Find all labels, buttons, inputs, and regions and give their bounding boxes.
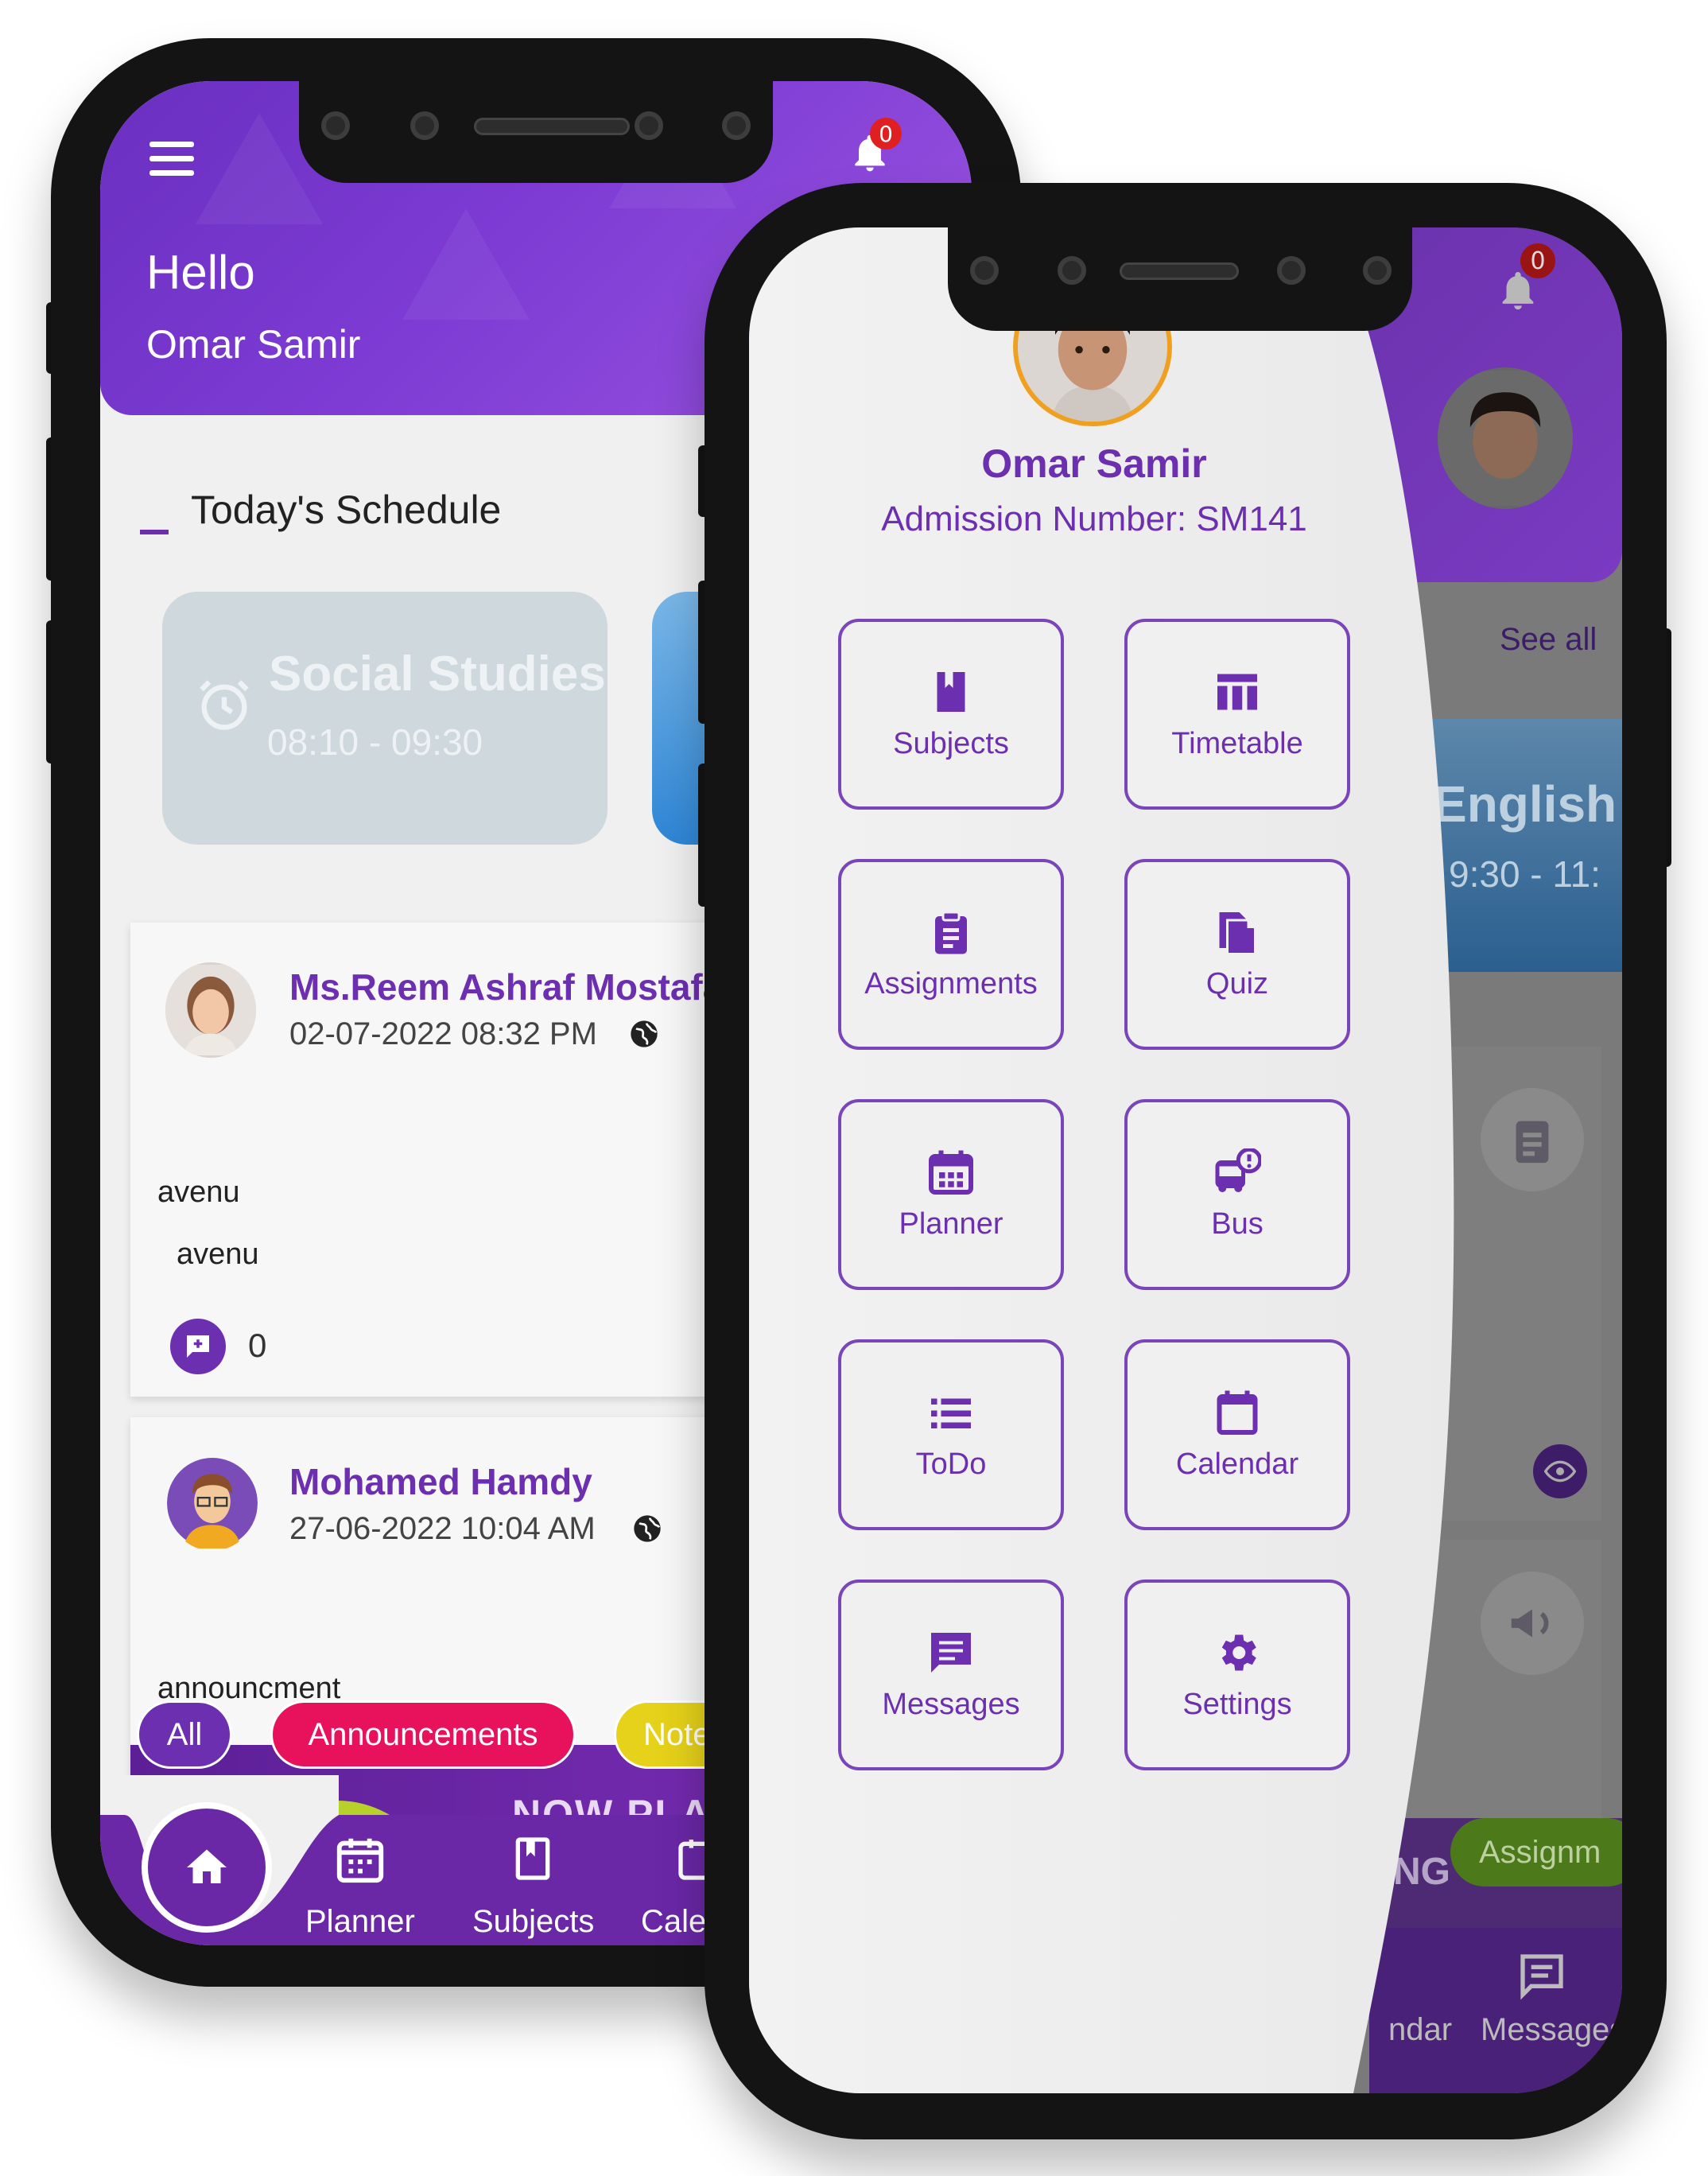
front-phone: 0 See all English 9:30 - 11: NG Assignm — [705, 183, 1667, 2139]
menu-button-bus[interactable]: Bus — [1124, 1099, 1350, 1290]
nav-label-planner[interactable]: Planner — [305, 1904, 415, 1940]
nav-label-subjects[interactable]: Subjects — [472, 1904, 594, 1940]
message-icon — [931, 1632, 971, 1673]
globe-icon — [631, 1513, 663, 1545]
calendar-icon — [1217, 1390, 1258, 1435]
front-phone-notch — [948, 221, 1412, 331]
menu-button-settings[interactable]: Settings — [1124, 1580, 1350, 1770]
schedule-subject: Social Studies — [269, 647, 606, 701]
menu-button-messages[interactable]: Messages — [838, 1580, 1064, 1770]
post-date: 02-07-2022 08:32 PM — [289, 1016, 597, 1051]
add-comment-icon[interactable] — [170, 1319, 226, 1374]
author-avatar — [165, 962, 256, 1058]
quiz-icon — [1219, 911, 1256, 955]
menu-label: Assignments — [864, 966, 1038, 1001]
menu-button-calendar[interactable]: Calendar — [1124, 1339, 1350, 1530]
post-author: Ms.Reem Ashraf Mostafa — [289, 966, 724, 1008]
user-name-text: Omar Samir — [146, 322, 361, 367]
book-icon — [937, 671, 965, 712]
admission-number: Admission Number: SM141 — [881, 499, 1307, 538]
menu-button-subjects[interactable]: Subjects — [838, 619, 1064, 810]
gear-icon — [1221, 1634, 1256, 1670]
nav-label-calendar[interactable]: Cale — [641, 1904, 706, 1940]
menu-button-quiz[interactable]: Quiz — [1124, 859, 1350, 1050]
menu-label: Messages — [882, 1687, 1020, 1721]
schedule-card[interactable]: Social Studies 08:10 - 09:30 — [162, 592, 608, 845]
menu-icon[interactable] — [149, 142, 194, 177]
timetable-icon — [1217, 674, 1257, 709]
post-title: avenu — [157, 1175, 240, 1209]
subjects-nav-icon[interactable] — [507, 1831, 558, 1887]
filter-chip-announcements[interactable]: Announcements — [270, 1700, 576, 1769]
menu-label: ToDo — [915, 1447, 987, 1481]
section-title: Today's Schedule — [191, 488, 502, 532]
clipboard-icon — [935, 911, 967, 954]
calendar-grid-icon — [929, 1150, 973, 1195]
filter-chip-all[interactable]: All — [137, 1700, 232, 1769]
post-date: 27-06-2022 10:04 AM — [289, 1511, 596, 1546]
planner-nav-icon[interactable] — [332, 1831, 388, 1888]
menu-label: Bus — [1211, 1207, 1264, 1241]
home-icon — [187, 1849, 227, 1883]
author-avatar — [167, 1455, 258, 1551]
globe-icon — [628, 1018, 660, 1050]
schedule-time: 08:10 - 09:30 — [267, 721, 483, 763]
menu-button-planner[interactable]: Planner — [838, 1099, 1064, 1290]
alarm-clock-icon — [194, 674, 254, 735]
post-body: avenu — [177, 1238, 259, 1271]
bus-icon — [1215, 1148, 1261, 1192]
home-button[interactable] — [142, 1802, 272, 1933]
list-icon — [931, 1398, 971, 1428]
menu-button-assignments[interactable]: Assignments — [838, 859, 1064, 1050]
menu-button-timetable[interactable]: Timetable — [1124, 619, 1350, 810]
menu-label: Quiz — [1205, 966, 1269, 1001]
greeting-text: Hello — [146, 246, 255, 299]
menu-label: Calendar — [1175, 1447, 1299, 1481]
post-author: Mohamed Hamdy — [289, 1461, 592, 1502]
back-phone-notch — [299, 78, 773, 183]
profile-name: Omar Samir — [981, 441, 1207, 486]
section-title-marker — [140, 530, 169, 534]
menu-button-todo[interactable]: ToDo — [838, 1339, 1064, 1530]
menu-label: Timetable — [1171, 726, 1303, 760]
menu-label: Settings — [1182, 1687, 1292, 1721]
menu-label: Subjects — [893, 726, 1009, 760]
menu-label: Planner — [899, 1207, 1003, 1241]
notification-badge: 0 — [870, 118, 902, 150]
comment-count: 0 — [248, 1327, 267, 1364]
front-phone-screen: 0 See all English 9:30 - 11: NG Assignm — [749, 227, 1622, 2093]
